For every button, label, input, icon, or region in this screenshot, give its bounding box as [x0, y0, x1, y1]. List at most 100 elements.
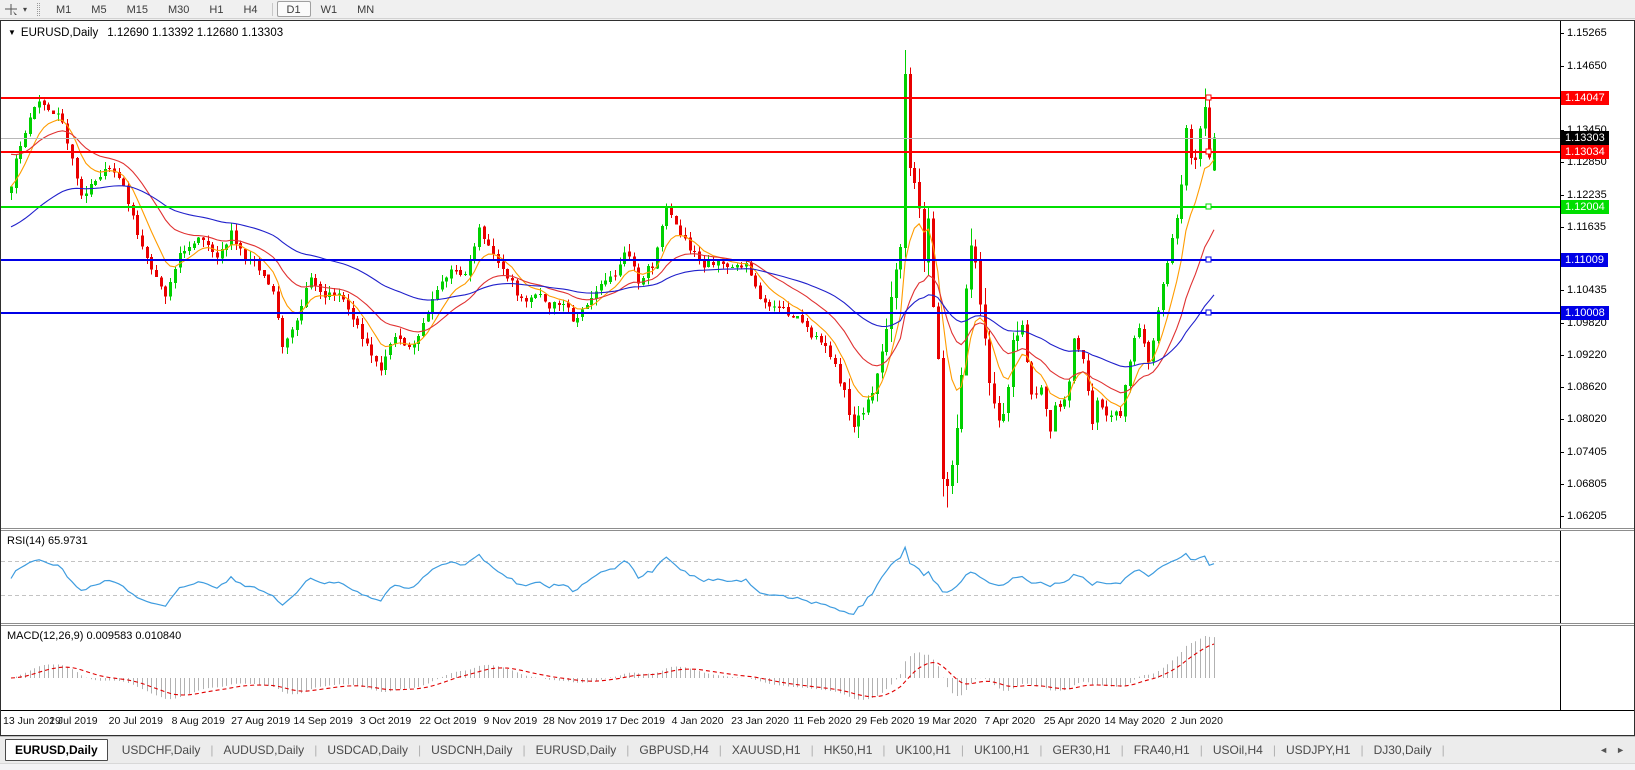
date-tick-label[interactable]: 27 Aug 2019	[231, 715, 290, 727]
price-tick-label: 1.08020	[1567, 413, 1607, 425]
macd-plot	[1, 626, 1560, 710]
price-tick-label: 1.10435	[1567, 284, 1607, 296]
price-tick-mark	[1560, 33, 1564, 34]
tab-scroll-controls: ◄►	[1599, 745, 1625, 755]
date-tick-label[interactable]: 25 Apr 2020	[1044, 715, 1101, 727]
tab-divider: |	[418, 743, 421, 757]
price-tick-label: 1.15265	[1567, 27, 1607, 39]
date-tick-label[interactable]: 28 Nov 2019	[543, 715, 603, 727]
tab-divider: |	[1360, 743, 1363, 757]
timeframe-button-w1[interactable]: W1	[311, 1, 348, 17]
tab-divider: |	[314, 743, 317, 757]
chart-tab-ger30-h1[interactable]: GER30,H1	[1044, 740, 1120, 760]
price-tick-label: 1.08620	[1567, 381, 1607, 393]
chart-tab-gbpusd-h4[interactable]: GBPUSD,H4	[630, 740, 717, 760]
tab-scroll-left-icon[interactable]: ◄	[1599, 745, 1608, 755]
chart-tab-bar: EURUSD,DailyUSDCHF,Daily|AUDUSD,Daily|US…	[0, 736, 1635, 763]
date-tick-label[interactable]: 19 Mar 2020	[918, 715, 977, 727]
chart-tab-audusd-daily[interactable]: AUDUSD,Daily	[215, 740, 314, 760]
date-tick-label[interactable]: 9 Nov 2019	[484, 715, 538, 727]
tab-divider: |	[882, 743, 885, 757]
pane-splitter[interactable]	[1, 623, 1634, 626]
price-tick-mark	[1560, 195, 1564, 196]
chart-tab-usdjpy-h1[interactable]: USDJPY,H1	[1277, 740, 1359, 760]
date-tick-label[interactable]: 17 Dec 2019	[605, 715, 665, 727]
date-axis[interactable]: 13 Jun 20192 Jul 201920 Jul 20198 Aug 20…	[1, 711, 1634, 735]
price-tag-1.12004: 1.12004	[1561, 200, 1609, 214]
chart-tab-eurusd-daily[interactable]: EURUSD,Daily	[527, 740, 626, 760]
chart-tab-xauusd-h1[interactable]: XAUUSD,H1	[723, 740, 810, 760]
chart-tab-uk100-h1[interactable]: UK100,H1	[887, 740, 960, 760]
rsi-pane[interactable]: RSI(14) 65.9731 10070300	[1, 531, 1634, 623]
date-tick-label[interactable]: 8 Aug 2019	[172, 715, 225, 727]
chart-tab-usdcad-daily[interactable]: USDCAD,Daily	[318, 740, 417, 760]
timeframe-button-mn[interactable]: MN	[347, 1, 384, 17]
price-tick-mark	[1560, 387, 1564, 388]
date-tick-label[interactable]: 20 Jul 2019	[109, 715, 163, 727]
timeframe-button-h1[interactable]: H1	[199, 1, 233, 17]
price-tick-label: 1.12235	[1567, 189, 1607, 201]
timeframe-button-h4[interactable]: H4	[233, 1, 267, 17]
price-tick-mark	[1560, 162, 1564, 163]
chart-tab-eurusd-daily[interactable]: EURUSD,Daily	[5, 739, 108, 761]
price-tick-label: 1.06805	[1567, 478, 1607, 490]
date-tick-label[interactable]: 22 Oct 2019	[419, 715, 476, 727]
price-tag-1.10008: 1.10008	[1561, 306, 1609, 320]
crosshair-tool-icon[interactable]	[4, 3, 19, 16]
chart-tab-usoil-h4[interactable]: USOil,H4	[1204, 740, 1272, 760]
tab-divider: |	[626, 743, 629, 757]
tab-divider: |	[811, 743, 814, 757]
chart-collapse-caret-icon[interactable]: ▼	[8, 28, 16, 37]
tab-divider: |	[1442, 743, 1445, 757]
chart-tab-dj30-daily[interactable]: DJ30,Daily	[1365, 740, 1441, 760]
timeframe-button-d1[interactable]: D1	[277, 1, 311, 17]
timeframe-buttons: M1M5M15M30H1H4 D1W1MN	[46, 1, 384, 17]
date-tick-label[interactable]: 2 Jun 2020	[1171, 715, 1223, 727]
timeframe-button-m1[interactable]: M1	[46, 1, 81, 17]
tab-divider: |	[719, 743, 722, 757]
chart-ohlc-values: 1.12690 1.13392 1.12680 1.13303	[107, 27, 283, 39]
status-strip	[0, 763, 1635, 770]
date-tick-label[interactable]: 7 Apr 2020	[984, 715, 1035, 727]
tab-divider: |	[1121, 743, 1124, 757]
price-tick-label: 1.14650	[1567, 60, 1607, 72]
price-tag-1.13034: 1.13034	[1561, 145, 1609, 159]
price-tick-label: 1.09220	[1567, 349, 1607, 361]
macd-pane[interactable]: MACD(12,26,9) 0.009583 0.010840 0.013121…	[1, 626, 1634, 710]
toolbar-grip-handle[interactable]	[37, 3, 40, 16]
tool-dropdown-caret-icon[interactable]: ▾	[23, 5, 27, 14]
date-tick-label[interactable]: 4 Jan 2020	[672, 715, 724, 727]
chart-tab-usdcnh-daily[interactable]: USDCNH,Daily	[422, 740, 521, 760]
pane-splitter[interactable]	[1, 528, 1634, 531]
price-tick-mark	[1560, 484, 1564, 485]
price-chart-pane[interactable]: ▼EURUSD,Daily1.12690 1.13392 1.12680 1.1…	[1, 21, 1634, 528]
date-tick-label[interactable]: 14 Sep 2019	[293, 715, 353, 727]
chart-tab-usdchf-daily[interactable]: USDCHF,Daily	[113, 740, 210, 760]
toolbar-separator	[272, 3, 273, 16]
tab-divider: |	[210, 743, 213, 757]
chart-tab-fra40-h1[interactable]: FRA40,H1	[1125, 740, 1199, 760]
price-tick-mark	[1560, 66, 1564, 67]
candlestick-plot[interactable]	[1, 21, 1560, 528]
timeframe-button-m30[interactable]: M30	[158, 1, 199, 17]
price-tick-mark	[1560, 419, 1564, 420]
date-tick-label[interactable]: 3 Oct 2019	[360, 715, 411, 727]
date-tick-label[interactable]: 29 Feb 2020	[855, 715, 914, 727]
price-tick-label: 1.11635	[1567, 221, 1606, 233]
price-tick-mark	[1560, 516, 1564, 517]
timeframe-button-m15[interactable]: M15	[117, 1, 158, 17]
chart-tab-hk50-h1[interactable]: HK50,H1	[815, 740, 882, 760]
date-tick-label[interactable]: 2 Jul 2019	[49, 715, 97, 727]
price-tick-mark	[1560, 355, 1564, 356]
price-tick-label: 1.06205	[1567, 510, 1607, 522]
date-tick-label[interactable]: 23 Jan 2020	[731, 715, 789, 727]
price-tick-mark	[1560, 323, 1564, 324]
price-tick-mark	[1560, 227, 1564, 228]
chart-tab-uk100-h1[interactable]: UK100,H1	[965, 740, 1038, 760]
date-tick-label[interactable]: 11 Feb 2020	[793, 715, 851, 727]
tab-scroll-right-icon[interactable]: ►	[1616, 745, 1625, 755]
price-tick-label: 1.07405	[1567, 446, 1607, 458]
date-tick-label[interactable]: 14 May 2020	[1104, 715, 1165, 727]
timeframe-button-m5[interactable]: M5	[81, 1, 116, 17]
macd-label: MACD(12,26,9) 0.009583 0.010840	[7, 630, 181, 642]
